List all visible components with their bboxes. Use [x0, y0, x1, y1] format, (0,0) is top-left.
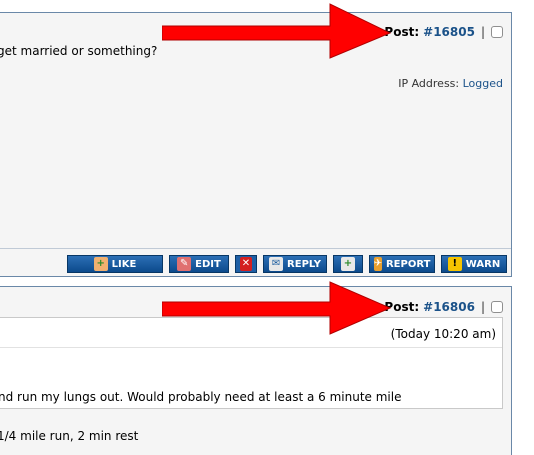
warn-button[interactable]: ! WARN: [441, 255, 507, 273]
post-number-header: Post: #16806 |: [384, 300, 503, 314]
select-post-checkbox[interactable]: [491, 301, 503, 313]
divider: [0, 248, 511, 249]
post-number-header: Post: #16805 |: [384, 25, 503, 39]
red-arrow-icon: [162, 281, 392, 335]
quote-divider: [0, 347, 502, 348]
delete-button[interactable]: ✕: [235, 255, 257, 273]
select-post-checkbox[interactable]: [491, 26, 503, 38]
separator: |: [480, 300, 485, 314]
quote-text: nd run my lungs out. Would probably need…: [0, 390, 402, 404]
post-link-16806[interactable]: #16806: [423, 300, 475, 314]
thumbs-up-icon: +: [93, 257, 108, 271]
pencil-icon: ✎: [177, 257, 192, 271]
post-actions: + LIKE ✎ EDIT ✕ ✉ REPLY + ✈ REPORT ! WAR…: [67, 255, 507, 273]
post-message: get married or something?: [0, 44, 158, 58]
edit-button[interactable]: ✎ EDIT: [169, 255, 229, 273]
report-button[interactable]: ✈ REPORT: [369, 255, 435, 273]
quote-add-button[interactable]: +: [333, 255, 363, 273]
report-icon: ✈: [373, 257, 382, 271]
ip-address: IP Address: Logged: [398, 77, 503, 90]
separator: |: [480, 25, 485, 39]
delete-x-icon: ✕: [240, 257, 252, 271]
post-message: 1/4 mile run, 2 min rest: [0, 429, 139, 443]
ip-logged-link[interactable]: Logged: [463, 77, 503, 90]
like-button[interactable]: + LIKE: [67, 255, 163, 273]
ip-label: IP Address:: [398, 77, 460, 90]
add-quote-icon: +: [341, 257, 355, 271]
warning-icon: !: [447, 257, 462, 271]
quote-timestamp: (Today 10:20 am): [390, 327, 496, 341]
warn-label: WARN: [465, 258, 501, 270]
like-label: LIKE: [111, 258, 137, 270]
post-link-16805[interactable]: #16805: [423, 25, 475, 39]
red-arrow-icon: [162, 3, 392, 59]
report-label: REPORT: [385, 258, 431, 270]
reply-label: REPLY: [287, 258, 321, 270]
reply-button[interactable]: ✉ REPLY: [263, 255, 327, 273]
reply-icon: ✉: [269, 257, 284, 271]
edit-label: EDIT: [195, 258, 221, 270]
